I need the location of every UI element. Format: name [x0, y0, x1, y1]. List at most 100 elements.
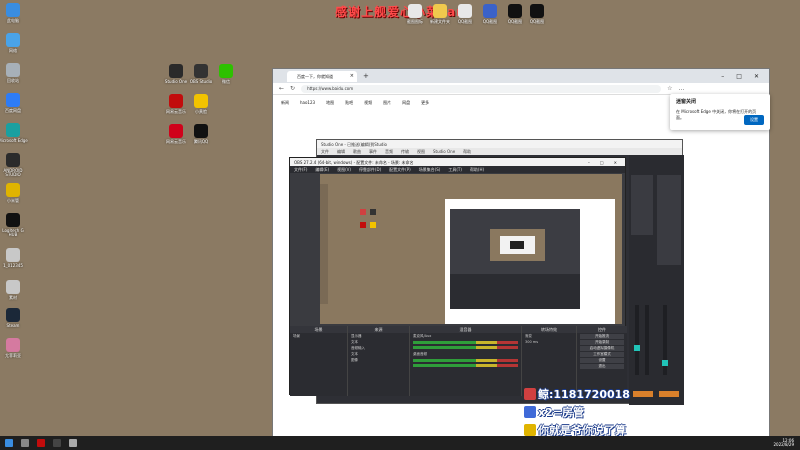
desktop-icon-label: 百度网盘 [5, 108, 21, 113]
menu-item[interactable]: 工具(T) [448, 167, 462, 172]
popup-settings-button[interactable]: 设置 [744, 115, 764, 125]
minimize-icon[interactable]: – [588, 160, 590, 165]
app-icon [6, 280, 20, 294]
menu-item[interactable]: 文件 [321, 149, 329, 154]
close-window-icon[interactable]: ✕ [614, 160, 617, 165]
desktop-icon[interactable]: ANDROID STUDIO [0, 153, 28, 178]
new-tab-icon[interactable]: + [363, 72, 369, 80]
baidu-nav-link[interactable]: 更多 [421, 100, 429, 106]
browser-tab[interactable]: 百度一下，你就知道 × [287, 70, 357, 82]
desktop-icon[interactable]: Logitech G HUB [0, 213, 28, 238]
back-icon[interactable]: ← [279, 85, 284, 92]
desktop-icon[interactable]: Microsoft Edge [0, 123, 28, 143]
studio-menu: 文件 编辑 歌曲 事件 音频 传输 视图 Studio One 帮助 [317, 148, 682, 155]
app-icon [194, 124, 208, 138]
desktop-icon[interactable]: 此电脑 [0, 3, 28, 23]
source-item[interactable]: 图像 [348, 357, 409, 363]
baidu-nav-link[interactable]: 视频 [364, 100, 372, 106]
baidu-nav-link[interactable]: 地图 [326, 100, 334, 106]
close-tab-icon[interactable]: × [350, 73, 354, 79]
menu-item[interactable]: 编辑 [337, 149, 345, 154]
baidu-nav-link[interactable]: 新闻 [281, 100, 289, 106]
desktop-icon[interactable]: 小米管 [0, 183, 28, 203]
desktop-icon[interactable]: 小黄脸 [186, 94, 216, 114]
menu-item[interactable]: 编辑(E) [315, 167, 329, 172]
menu-item[interactable]: 音频 [385, 149, 393, 154]
app-icon [6, 338, 20, 352]
app-icon [530, 4, 544, 18]
menu-item[interactable]: 歌曲 [353, 149, 361, 154]
favorites-icon[interactable]: ☆ [667, 85, 672, 92]
start-icon[interactable] [5, 439, 13, 447]
baidu-nav-link[interactable]: hao123 [300, 100, 315, 106]
desktop-icon[interactable]: 素材 [0, 280, 28, 300]
menu-item[interactable]: 传输 [401, 149, 409, 154]
more-icon[interactable]: … [678, 85, 684, 92]
menu-item[interactable]: 帮助(H) [470, 167, 484, 172]
window-controls: – □ ✕ [721, 73, 769, 80]
baidu-nav-link[interactable]: 网盘 [402, 100, 410, 106]
app-icon [169, 124, 183, 138]
obs-window[interactable]: OBS 27.2.4 (64-bit, windows) - 配置文件: 未命名… [289, 157, 627, 396]
desktop-icon[interactable]: 百度网盘 [0, 93, 28, 113]
obs-preview-canvas[interactable] [320, 174, 622, 324]
menu-item[interactable]: 配置文件(P) [389, 167, 411, 172]
address-bar[interactable]: https://www.baidu.com [301, 84, 662, 93]
desktop-icon[interactable]: 1_012345 [0, 248, 28, 268]
control-button[interactable]: 开始推流 [580, 334, 624, 339]
baidu-nav-link[interactable]: 图片 [383, 100, 391, 106]
search-icon[interactable] [21, 439, 29, 447]
desktop-icon[interactable]: QQ截图 [522, 4, 552, 24]
app-icon [194, 94, 208, 108]
control-button[interactable]: 开始录制 [580, 340, 624, 345]
edge-notification-popup: 迷窗关闭 在 Microsoft Edge 中关闭，你将在打开的页面。 设置 [670, 94, 770, 130]
popup-title: 迷窗关闭 [676, 99, 697, 105]
desktop-icon-label: Microsoft Edge [0, 138, 28, 143]
avatar [524, 406, 536, 418]
netease-music-taskbar-icon[interactable] [37, 439, 45, 447]
menu-item[interactable]: 停靠部件(D) [359, 167, 381, 172]
desktop-icon[interactable]: 回收站 [0, 63, 28, 83]
menu-item[interactable]: 帮助 [463, 149, 471, 154]
desktop-icon[interactable]: 微信 [211, 64, 241, 84]
menu-item[interactable]: 视图 [417, 149, 425, 154]
studio-mixer-graphic [631, 175, 681, 397]
control-button[interactable]: 设置 [580, 358, 624, 363]
minimize-icon[interactable]: – [721, 73, 724, 80]
app-icon [6, 93, 20, 107]
app-icon [508, 4, 522, 18]
obs-title: OBS 27.2.4 (64-bit, windows) - 配置文件: 未命名… [294, 160, 414, 165]
close-window-icon[interactable]: ✕ [754, 73, 759, 80]
control-button[interactable]: 工作室模式 [580, 352, 624, 357]
desktop-icon-label: 1_012345 [3, 263, 23, 268]
desktop-icon[interactable]: 腾讯QQ [186, 124, 216, 144]
studio-one-taskbar-icon[interactable] [69, 439, 77, 447]
baidu-nav-link[interactable]: 贴吧 [345, 100, 353, 106]
control-button[interactable]: 退出 [580, 364, 624, 369]
menu-item[interactable]: 视图(V) [337, 167, 351, 172]
menu-item[interactable]: 文件(F) [294, 167, 307, 172]
avatar [524, 424, 536, 436]
scene-item[interactable]: 场景 [290, 333, 347, 339]
transition-duration[interactable]: 300 ms [522, 339, 576, 345]
desktop-icon-label: 小黄脸 [195, 109, 207, 114]
obs-taskbar-icon[interactable] [53, 439, 61, 447]
system-clock[interactable]: 12:06 2022/8/29 [773, 438, 800, 448]
menu-item[interactable]: 场景集合(S) [419, 167, 441, 172]
desktop-icon[interactable]: 网络 [0, 33, 28, 53]
scenes-dock: 场景 场景 [290, 326, 348, 396]
app-icon [6, 63, 20, 77]
desktop-icon-label: 素材 [9, 295, 17, 300]
desktop-icon[interactable]: 尤菲莉亚 [0, 338, 28, 358]
desktop-icon-label: 腾讯QQ [193, 139, 209, 144]
control-button[interactable]: 启动虚拟摄像机 [580, 346, 624, 351]
menu-item[interactable]: Studio One [433, 149, 455, 154]
menu-item[interactable]: 事件 [369, 149, 377, 154]
scenes-dock-header: 场景 [290, 326, 347, 333]
maximize-icon[interactable]: □ [600, 160, 604, 165]
maximize-icon[interactable]: □ [736, 73, 742, 80]
tab-title: 百度一下，你就知道 [297, 73, 333, 79]
desktop-icon[interactable]: Steam [0, 308, 28, 328]
refresh-icon[interactable]: ↻ [290, 85, 295, 92]
audio-meter [413, 341, 518, 344]
